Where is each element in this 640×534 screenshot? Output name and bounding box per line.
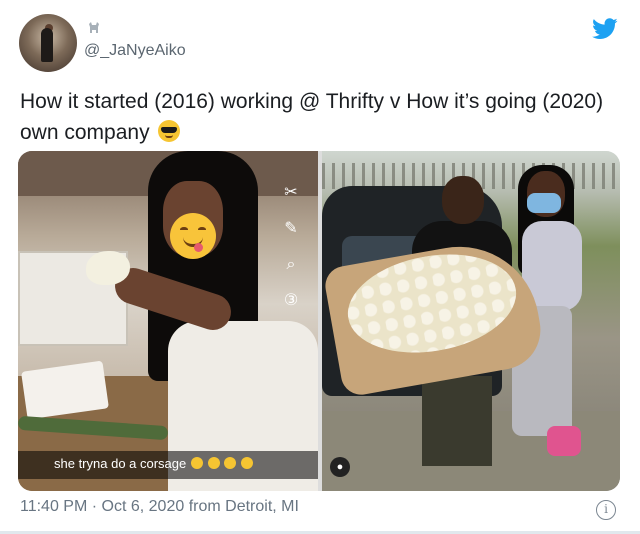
- tweet-time[interactable]: 11:40 PM: [20, 498, 87, 515]
- tweet-text: How it started (2016) working @ Thrifty …: [20, 86, 610, 148]
- timer-icon: ③: [283, 290, 299, 309]
- crop-icon: ⌕: [286, 254, 296, 273]
- smiley-sticker-icon: [170, 213, 216, 259]
- laughing-emoji-icon: [240, 457, 253, 469]
- twitter-bird-icon[interactable]: [592, 18, 618, 40]
- media-grid[interactable]: ✂ ✎ ⌕ ③ she tryna do a corsage ●: [18, 151, 620, 491]
- corsage-flower-shape: [86, 251, 130, 285]
- pencil-icon: ✎: [284, 218, 298, 237]
- tweet-date[interactable]: Oct 6, 2020: [102, 498, 185, 515]
- snapchat-toolbar: ✂ ✎ ⌕ ③: [280, 181, 306, 325]
- laughing-emoji-icon: [190, 457, 203, 469]
- snap-caption-text: she tryna do a corsage: [54, 456, 187, 471]
- tweet-card: @_JaNyeAiko How it started (2016) workin…: [0, 0, 640, 534]
- tweet-location[interactable]: from Detroit, MI: [189, 498, 299, 515]
- scissors-icon: ✂: [284, 182, 298, 201]
- avatar[interactable]: [19, 14, 77, 72]
- photo-how-it-started[interactable]: ✂ ✎ ⌕ ③ she tryna do a corsage: [18, 151, 318, 491]
- person-icon[interactable]: ●: [330, 457, 350, 477]
- avatar-figure-body: [41, 28, 53, 62]
- meta-separator: ·: [91, 498, 98, 515]
- tweet-text-content: How it started (2016) working @ Thrifty …: [20, 90, 604, 144]
- laughing-emoji-icon: [207, 457, 220, 469]
- man-legs-shape: [422, 376, 492, 466]
- author-handle[interactable]: @_JaNyeAiko: [84, 42, 186, 60]
- snap-caption-bar: she tryna do a corsage: [18, 451, 318, 479]
- man-head-shape: [442, 176, 484, 224]
- laughing-emoji-icon: [224, 457, 237, 469]
- photo-how-its-going[interactable]: ●: [322, 151, 620, 491]
- sunglasses-emoji-icon: [158, 120, 181, 142]
- face-mask-shape: [527, 193, 561, 213]
- info-icon[interactable]: i: [596, 500, 616, 520]
- pink-shoes-shape: [547, 426, 581, 456]
- tweet-meta: 11:40 PM · Oct 6, 2020 from Detroit, MI: [20, 498, 299, 516]
- snap-caption: she tryna do a corsage: [54, 456, 253, 471]
- goat-icon: [86, 20, 102, 36]
